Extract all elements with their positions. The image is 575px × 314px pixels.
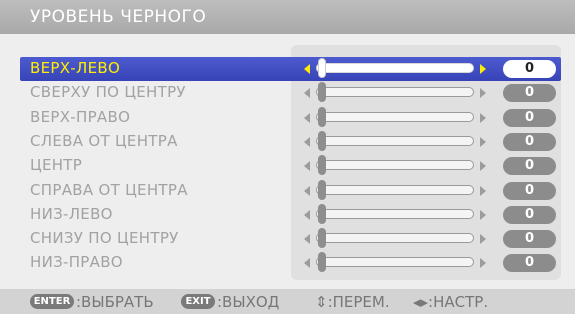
menu-row[interactable]: НИЗ-ЛЕВО 0	[0, 203, 575, 227]
decrease-arrow-icon[interactable]	[304, 185, 310, 196]
value-display: 0	[503, 84, 556, 103]
slider-track[interactable]	[316, 135, 474, 146]
menu-row[interactable]: СВЕРХУ ПО ЦЕНТРУ 0	[0, 81, 575, 105]
slider-track[interactable]	[316, 257, 474, 268]
increase-arrow-icon[interactable]	[480, 64, 486, 74]
footer-bar: ENTER :ВЫБРАТЬ EXIT :ВЫХОД ⇕:ПЕРЕМ. ◂▸:Н…	[0, 289, 575, 314]
increase-arrow-icon[interactable]	[480, 185, 486, 196]
menu-row[interactable]: СЛЕВА ОТ ЦЕНТРА 0	[0, 130, 575, 154]
value-display: 0	[503, 132, 556, 151]
decrease-arrow-icon[interactable]	[304, 258, 310, 269]
slider-track[interactable]	[316, 233, 474, 244]
menu-title: УРОВЕНЬ ЧЕРНОГО	[30, 7, 207, 27]
decrease-arrow-icon[interactable]	[304, 64, 310, 74]
slider-track[interactable]	[316, 111, 474, 122]
enter-key-badge: ENTER	[30, 294, 74, 309]
row-label: СЛЕВА ОТ ЦЕНТРА	[30, 131, 178, 150]
row-label: СПРАВА ОТ ЦЕНТРА	[30, 180, 188, 199]
increase-arrow-icon[interactable]	[480, 234, 486, 245]
row-label: ВЕРХ-ЛЕВО	[30, 59, 121, 77]
slider-track[interactable]	[316, 63, 474, 73]
slider-thumb[interactable]	[318, 203, 326, 224]
slider-track[interactable]	[316, 184, 474, 195]
menu-row[interactable]: НИЗ-ПРАВО 0	[0, 251, 575, 275]
slider-thumb[interactable]	[318, 155, 326, 176]
decrease-arrow-icon[interactable]	[304, 234, 310, 245]
slider-track[interactable]	[316, 160, 474, 171]
slider-thumb[interactable]	[318, 252, 326, 273]
value-display: 0	[503, 181, 556, 200]
decrease-arrow-icon[interactable]	[304, 88, 310, 99]
value-display: 0	[503, 230, 556, 249]
menu-row[interactable]: ВЕРХ-ЛЕВО 0	[0, 57, 575, 81]
exit-key-badge: EXIT	[181, 294, 215, 309]
slider-track[interactable]	[316, 208, 474, 219]
increase-arrow-icon[interactable]	[480, 209, 486, 220]
slider-track[interactable]	[316, 87, 474, 98]
slider-thumb[interactable]	[318, 179, 326, 200]
menu-row[interactable]: СНИЗУ ПО ЦЕНТРУ 0	[0, 227, 575, 251]
value-display: 0	[503, 157, 556, 176]
adjust-hint: ◂▸:НАСТР.	[413, 293, 489, 311]
increase-arrow-icon[interactable]	[480, 161, 486, 172]
increase-arrow-icon[interactable]	[480, 136, 486, 147]
row-label: ВЕРХ-ПРАВО	[30, 107, 131, 126]
slider-thumb[interactable]	[318, 228, 326, 249]
decrease-arrow-icon[interactable]	[304, 161, 310, 172]
enter-hint: :ВЫБРАТЬ	[76, 293, 154, 311]
increase-arrow-icon[interactable]	[480, 88, 486, 99]
value-display: 0	[503, 254, 556, 273]
slider-thumb[interactable]	[318, 106, 326, 127]
menu-row[interactable]: СПРАВА ОТ ЦЕНТРА 0	[0, 179, 575, 203]
value-display: 0	[503, 108, 556, 127]
value-display: 0	[503, 60, 556, 78]
row-label: СНИЗУ ПО ЦЕНТРУ	[30, 229, 179, 248]
slider-thumb[interactable]	[318, 82, 326, 103]
row-label: СВЕРХУ ПО ЦЕНТРУ	[30, 83, 186, 102]
decrease-arrow-icon[interactable]	[304, 112, 310, 123]
move-hint: ⇕:ПЕРЕМ.	[315, 293, 390, 311]
row-label: НИЗ-ЛЕВО	[30, 204, 113, 223]
increase-arrow-icon[interactable]	[480, 112, 486, 123]
exit-hint: :ВЫХОД	[217, 293, 280, 311]
title-bar: УРОВЕНЬ ЧЕРНОГО	[0, 0, 575, 34]
menu-row[interactable]: ВЕРХ-ПРАВО 0	[0, 106, 575, 130]
slider-thumb[interactable]	[318, 58, 326, 78]
value-display: 0	[503, 205, 556, 224]
decrease-arrow-icon[interactable]	[304, 136, 310, 147]
increase-arrow-icon[interactable]	[480, 258, 486, 269]
decrease-arrow-icon[interactable]	[304, 209, 310, 220]
menu-row[interactable]: ЦЕНТР 0	[0, 154, 575, 178]
row-label: ЦЕНТР	[30, 156, 83, 175]
row-label: НИЗ-ПРАВО	[30, 253, 123, 272]
slider-thumb[interactable]	[318, 130, 326, 151]
